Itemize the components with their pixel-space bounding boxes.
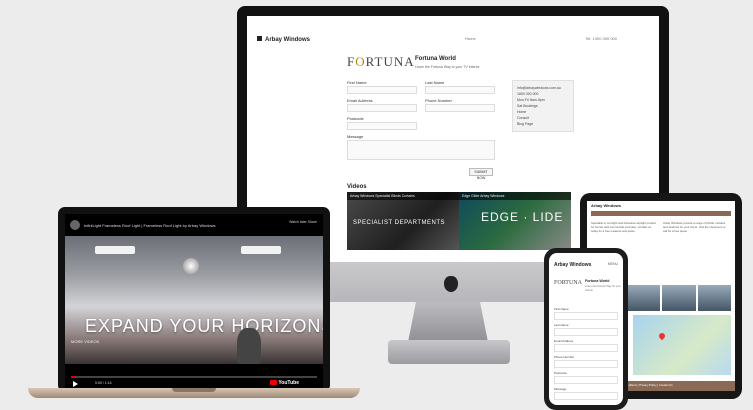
last-name-field[interactable] (425, 86, 495, 94)
youtube-icon (270, 380, 278, 386)
iphone-email-label: Email Address (554, 339, 574, 343)
more-videos-link[interactable]: MORE VIDEOS (71, 339, 99, 344)
iphone-message-label: Message (554, 387, 567, 391)
imac-foot (388, 340, 510, 364)
macbook-notch (172, 388, 216, 392)
iphone-postcode-label: Postcode (554, 371, 567, 375)
first-name-field[interactable] (347, 86, 417, 94)
page-title: Fortuna World (415, 56, 456, 62)
iphone-last-name-field[interactable] (554, 328, 618, 336)
macbook-lid: InfiniLight Frameless Roof Light | Frame… (58, 207, 330, 392)
videos-heading: Videos (347, 184, 367, 190)
iphone-brand[interactable]: Arbay Windows (554, 262, 591, 268)
iphone-postcode-field[interactable] (554, 376, 618, 384)
pendant-light (183, 258, 199, 274)
gallery-photo[interactable] (626, 285, 660, 311)
nav-home-link[interactable]: Home (465, 36, 476, 41)
nav-phone[interactable]: Tel: 1300 300 000 (585, 36, 617, 41)
phone-label: Phone Number (425, 98, 452, 103)
video-thumbnail-2[interactable]: Edge Glide Arbay Windows EDGE · LIDE (459, 192, 571, 250)
iphone-screen: Arbay Windows MENU FORTUNA Fortuna World… (549, 253, 623, 405)
first-name-label: First Name (347, 80, 367, 85)
message-field[interactable] (347, 140, 495, 160)
iphone-email-field[interactable] (554, 344, 618, 352)
iphone-page-title: Fortuna World (585, 279, 610, 283)
message-label: Message (347, 134, 364, 139)
person-figure (237, 328, 261, 364)
video-frame[interactable]: EXPAND YOUR HORIZONS MORE VIDEOS (65, 236, 323, 364)
video-title[interactable]: InfiniLight Frameless Roof Light | Frame… (84, 223, 216, 228)
iphone-fortuna-logo: FORTUNA (554, 280, 582, 286)
ceiling-light (95, 246, 135, 254)
ipad-text-left: Specialist in roof light and frameless s… (591, 221, 656, 233)
brand-logo-icon (257, 36, 262, 41)
iphone-phone-field[interactable] (554, 360, 618, 368)
video-1-title: Arbay Windows Specialist Blinds Curtains (347, 192, 459, 200)
youtube-header: InfiniLight Frameless Roof Light | Frame… (65, 214, 323, 236)
ipad-nav-bar (591, 211, 731, 216)
video-actions[interactable]: Watch later Share (289, 220, 317, 224)
progress-fill (71, 376, 76, 378)
video-2-title: Edge Glide Arbay Windows (459, 192, 571, 200)
site-brand[interactable]: Arbay Windows (257, 36, 310, 43)
play-icon[interactable] (73, 381, 78, 387)
fortuna-logo: FORTUNA (347, 54, 415, 69)
phone-field[interactable] (425, 104, 495, 112)
apple-logo-icon (444, 276, 458, 292)
iphone-first-name-field[interactable] (554, 312, 618, 320)
time-display: 0:00 / 1:14 (95, 381, 112, 385)
menu-button[interactable]: MENU (608, 262, 618, 266)
iphone-message-field[interactable] (554, 392, 618, 400)
hero-text: EXPAND YOUR HORIZONS (85, 316, 323, 336)
map-pin-icon[interactable] (657, 331, 667, 341)
video-thumbnail-1[interactable]: Arbay Windows Specialist Blinds Curtains… (347, 192, 459, 250)
ipad-text-right: Arbay Windows provide a range of blinds,… (663, 221, 726, 233)
iphone-phone-label: Phone Number (554, 355, 575, 359)
postcode-label: Postcode (347, 116, 364, 121)
video-1-overlay-text: SPECIALIST DEPARTMENTS (353, 220, 446, 226)
channel-avatar[interactable] (70, 220, 80, 230)
imac-stand (408, 302, 488, 342)
location-map[interactable] (633, 315, 731, 375)
submit-button[interactable]: SUBMIT NOW (469, 168, 493, 180)
email-label: Email Address (347, 98, 373, 103)
video-controls: 0:00 / 1:14 YouTube (65, 375, 323, 389)
last-name-label: Last Name (425, 80, 445, 85)
progress-bar[interactable] (71, 376, 317, 378)
youtube-logo[interactable]: YouTube (270, 380, 299, 386)
iphone-page-subtitle: Learn the Fortuna Way for your Interior (585, 285, 621, 292)
ipad-brand[interactable]: Arbay Windows (587, 201, 735, 209)
page-subtitle: Learn the Fortuna Way to your TV Interio… (415, 65, 480, 69)
ceiling-light (241, 246, 281, 254)
contact-line[interactable]: Blog Page (517, 121, 569, 127)
contact-info-box: info@arbaywindows.com.au 1800 000 000 Mo… (512, 80, 574, 132)
email-field[interactable] (347, 104, 417, 112)
fortuna-o-icon: O (355, 54, 366, 69)
gallery-photo[interactable] (662, 285, 696, 311)
postcode-field[interactable] (347, 122, 417, 130)
site-header: Arbay Windows Home Tel: 1300 300 000 (257, 36, 649, 48)
macbook-screen: InfiniLight Frameless Roof Light | Frame… (65, 214, 323, 389)
iphone-first-name-label: First Name (554, 307, 569, 311)
video-2-overlay-text: EDGE · LIDE (481, 210, 564, 224)
iphone-frame: Arbay Windows MENU FORTUNA Fortuna World… (544, 248, 628, 410)
iphone-last-name-label: Last Name (554, 323, 569, 327)
gallery-photo[interactable] (697, 285, 731, 311)
